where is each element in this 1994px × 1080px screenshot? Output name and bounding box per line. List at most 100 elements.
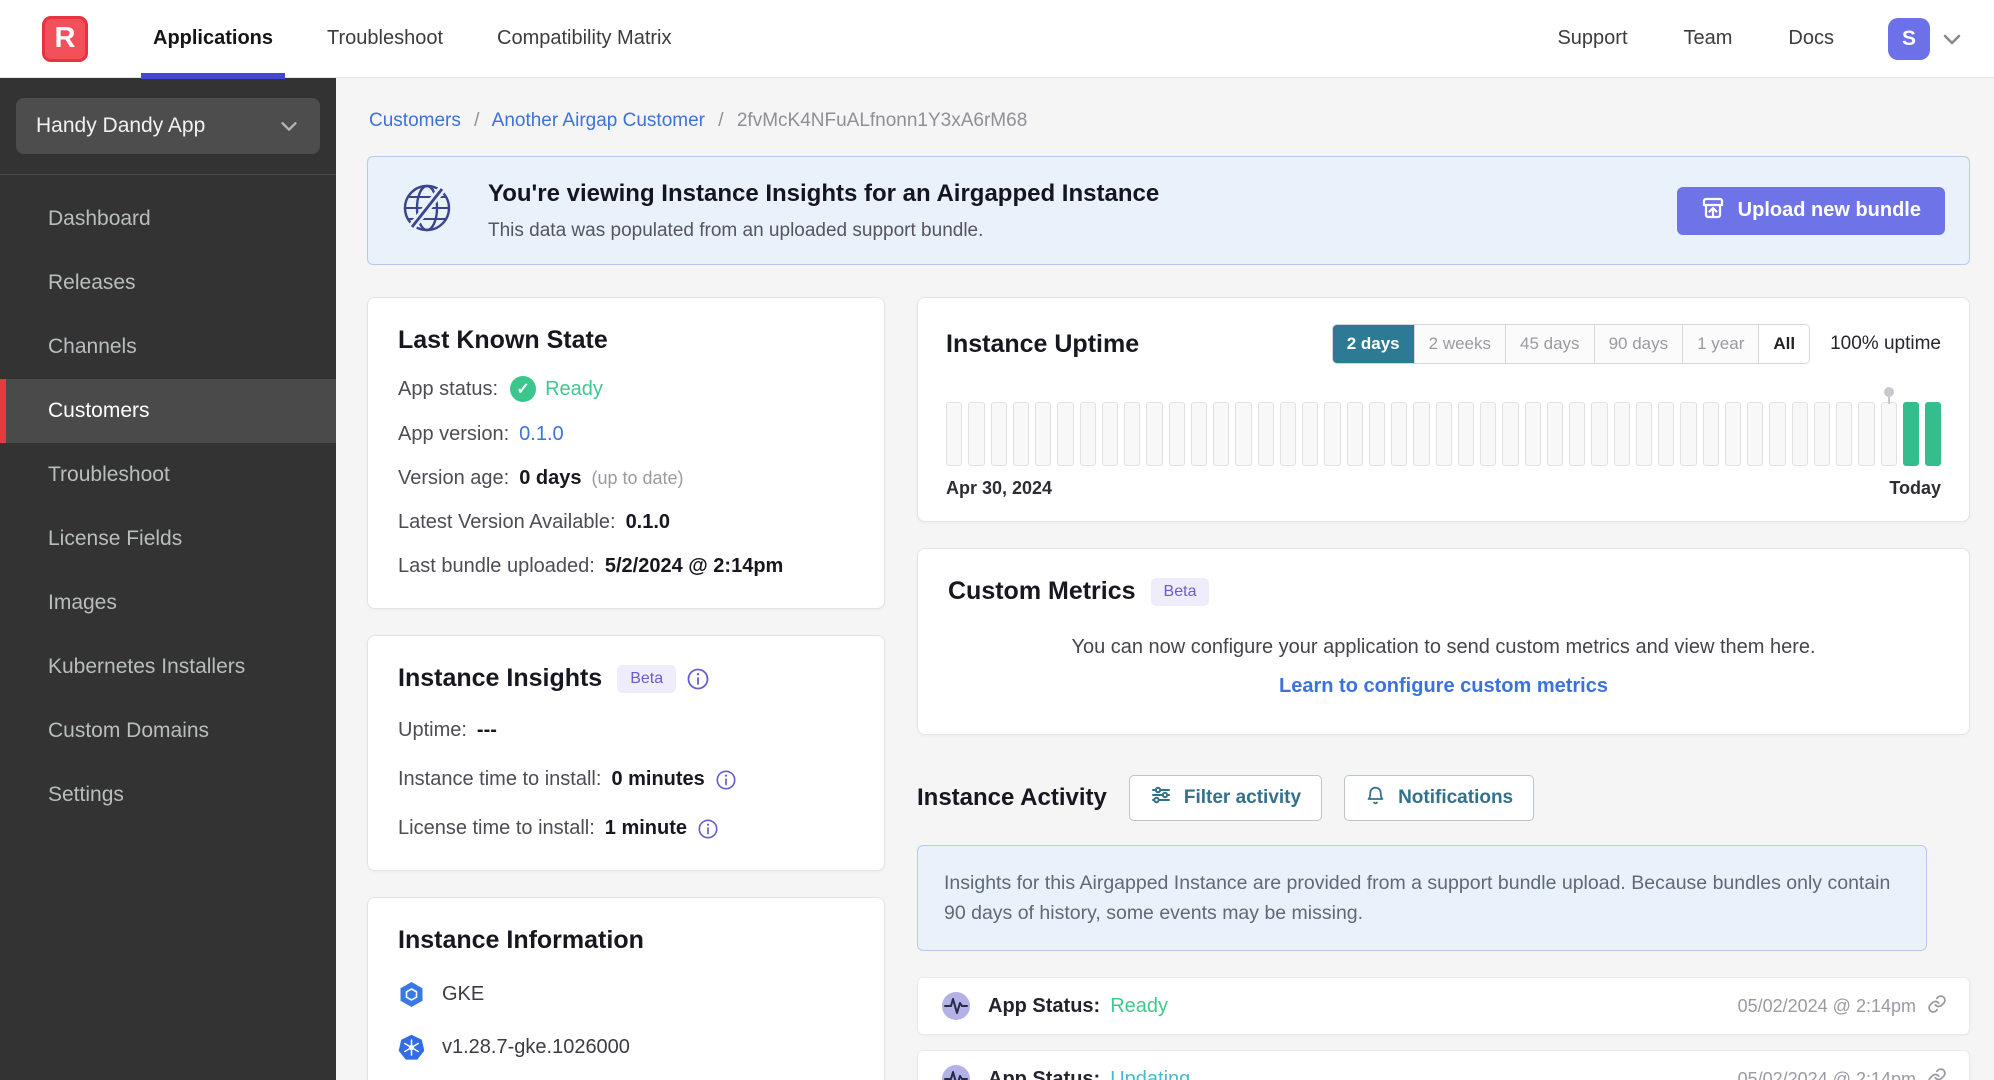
uptime-bar[interactable] — [1324, 402, 1341, 466]
range-2-days[interactable]: 2 days — [1332, 325, 1414, 363]
uptime-bar[interactable] — [1836, 402, 1853, 466]
range-1-year[interactable]: 1 year — [1682, 325, 1759, 363]
activity-events-list: App Status: Ready 05/02/2024 @ 2:14pm Ap… — [917, 977, 1970, 1080]
nav-link-team[interactable]: Team — [1684, 0, 1733, 78]
range-2-weeks[interactable]: 2 weeks — [1413, 325, 1506, 363]
notifications-button[interactable]: Notifications — [1344, 775, 1535, 821]
uptime-bar[interactable] — [1791, 402, 1808, 466]
app-status-chip: ✓ Ready — [510, 376, 603, 402]
uptime-bar[interactable] — [1480, 402, 1497, 466]
uptime-bar[interactable] — [1902, 402, 1919, 466]
range-45-days[interactable]: 45 days — [1505, 325, 1594, 363]
uptime-bar[interactable] — [1213, 402, 1230, 466]
instance-ttl-label: Instance time to install: — [398, 768, 602, 790]
sidebar-item-kubernetes-installers[interactable]: Kubernetes Installers — [0, 635, 336, 699]
uptime-bar[interactable] — [1190, 402, 1207, 466]
uptime-bar[interactable] — [990, 402, 1007, 466]
info-icon[interactable] — [715, 769, 737, 791]
pulse-icon — [940, 990, 972, 1022]
nav-tab-troubleshoot[interactable]: Troubleshoot — [327, 0, 443, 78]
uptime-bar[interactable] — [1635, 402, 1652, 466]
link-icon[interactable] — [1927, 1067, 1947, 1080]
uptime-bar[interactable] — [1658, 402, 1675, 466]
nav-link-docs[interactable]: Docs — [1788, 0, 1834, 78]
uptime-bar[interactable] — [946, 402, 963, 466]
uptime-bar[interactable] — [1235, 402, 1252, 466]
uptime-end-label: Today — [1889, 478, 1941, 498]
uptime-bar[interactable] — [1079, 402, 1096, 466]
uptime-bar[interactable] — [1146, 402, 1163, 466]
event-label: App Status: — [988, 1067, 1101, 1080]
uptime-bar[interactable] — [1613, 402, 1630, 466]
uptime-bar[interactable] — [1435, 402, 1452, 466]
latest-version-value: 0.1.0 — [625, 511, 671, 533]
uptime-bar[interactable] — [1257, 402, 1274, 466]
uptime-bar[interactable] — [1769, 402, 1786, 466]
uptime-bar[interactable] — [968, 402, 985, 466]
range-all[interactable]: All — [1758, 325, 1810, 363]
user-avatar[interactable]: S — [1888, 17, 1930, 60]
uptime-bar[interactable] — [1279, 402, 1296, 466]
uptime-bar[interactable] — [1057, 402, 1074, 466]
sidebar-item-custom-domains[interactable]: Custom Domains — [0, 699, 336, 763]
sidebar-item-dashboard[interactable]: Dashboard — [0, 187, 336, 251]
uptime-bar[interactable] — [1880, 387, 1897, 466]
uptime-bar[interactable] — [1368, 402, 1385, 466]
filter-activity-button[interactable]: Filter activity — [1128, 775, 1323, 821]
sidebar-item-images[interactable]: Images — [0, 571, 336, 635]
app-version-link[interactable]: 0.1.0 — [519, 423, 563, 446]
uptime-bar[interactable] — [1457, 402, 1474, 466]
uptime-marker-dot — [1883, 387, 1894, 397]
uptime-bar[interactable] — [1747, 402, 1764, 466]
uptime-bar[interactable] — [1012, 402, 1029, 466]
airgap-globe-icon — [398, 179, 456, 242]
link-icon[interactable] — [1927, 994, 1947, 1019]
uptime-bar[interactable] — [1413, 402, 1430, 466]
configure-custom-metrics-link[interactable]: Learn to configure custom metrics — [948, 675, 1939, 698]
uptime-bar[interactable] — [1813, 402, 1830, 466]
uptime-bar[interactable] — [1502, 402, 1519, 466]
instance-uptime-card: Instance Uptime 2 days 2 weeks 45 days 9… — [917, 297, 1970, 522]
sidebar-item-customers[interactable]: Customers — [0, 379, 336, 443]
event-timestamp: 05/02/2024 @ 2:14pm — [1737, 1068, 1916, 1080]
sidebar-item-releases[interactable]: Releases — [0, 251, 336, 315]
uptime-bar[interactable] — [1302, 402, 1319, 466]
uptime-bar[interactable] — [1858, 402, 1875, 466]
breadcrumb-customer-link[interactable]: Another Airgap Customer — [492, 110, 705, 131]
breadcrumb-customers-link[interactable]: Customers — [369, 110, 461, 131]
uptime-bar[interactable] — [1569, 402, 1586, 466]
activity-event-row[interactable]: App Status: Updating 05/02/2024 @ 2:14pm — [917, 1050, 1970, 1080]
uptime-bar[interactable] — [1346, 402, 1363, 466]
info-icon[interactable] — [697, 818, 719, 840]
uptime-bar[interactable] — [1591, 402, 1608, 466]
sidebar-item-troubleshoot[interactable]: Troubleshoot — [0, 443, 336, 507]
uptime-bar[interactable] — [1101, 402, 1118, 466]
uptime-bar[interactable] — [1524, 402, 1541, 466]
chevron-down-icon[interactable] — [1940, 27, 1964, 51]
upload-new-bundle-button[interactable]: Upload new bundle — [1676, 186, 1945, 235]
uptime-bar[interactable] — [1925, 402, 1942, 466]
uptime-bar[interactable] — [1680, 402, 1697, 466]
sidebar-divider — [0, 174, 336, 175]
sidebar-item-channels[interactable]: Channels — [0, 315, 336, 379]
sidebar-item-license-fields[interactable]: License Fields — [0, 507, 336, 571]
sidebar-item-settings[interactable]: Settings — [0, 763, 336, 827]
activity-event-row[interactable]: App Status: Ready 05/02/2024 @ 2:14pm — [917, 977, 1970, 1036]
uptime-bar[interactable] — [1124, 402, 1141, 466]
nav-tab-compatibility-matrix[interactable]: Compatibility Matrix — [497, 0, 671, 78]
insights-uptime-value: --- — [476, 719, 497, 741]
uptime-bar[interactable] — [1724, 402, 1741, 466]
replicated-logo[interactable]: R — [42, 15, 88, 62]
info-icon[interactable] — [686, 667, 710, 691]
nav-tab-applications[interactable]: Applications — [140, 0, 286, 79]
app-selector-dropdown[interactable]: Handy Dandy App — [16, 98, 320, 154]
beta-badge: Beta — [1150, 577, 1210, 606]
uptime-bar[interactable] — [1546, 402, 1563, 466]
last-bundle-label: Last bundle uploaded: — [398, 555, 595, 577]
range-90-days[interactable]: 90 days — [1593, 325, 1683, 363]
nav-link-support[interactable]: Support — [1557, 0, 1627, 78]
uptime-bar[interactable] — [1702, 402, 1719, 466]
uptime-bar[interactable] — [1391, 402, 1408, 466]
uptime-bar[interactable] — [1035, 402, 1052, 466]
uptime-bar[interactable] — [1168, 402, 1185, 466]
